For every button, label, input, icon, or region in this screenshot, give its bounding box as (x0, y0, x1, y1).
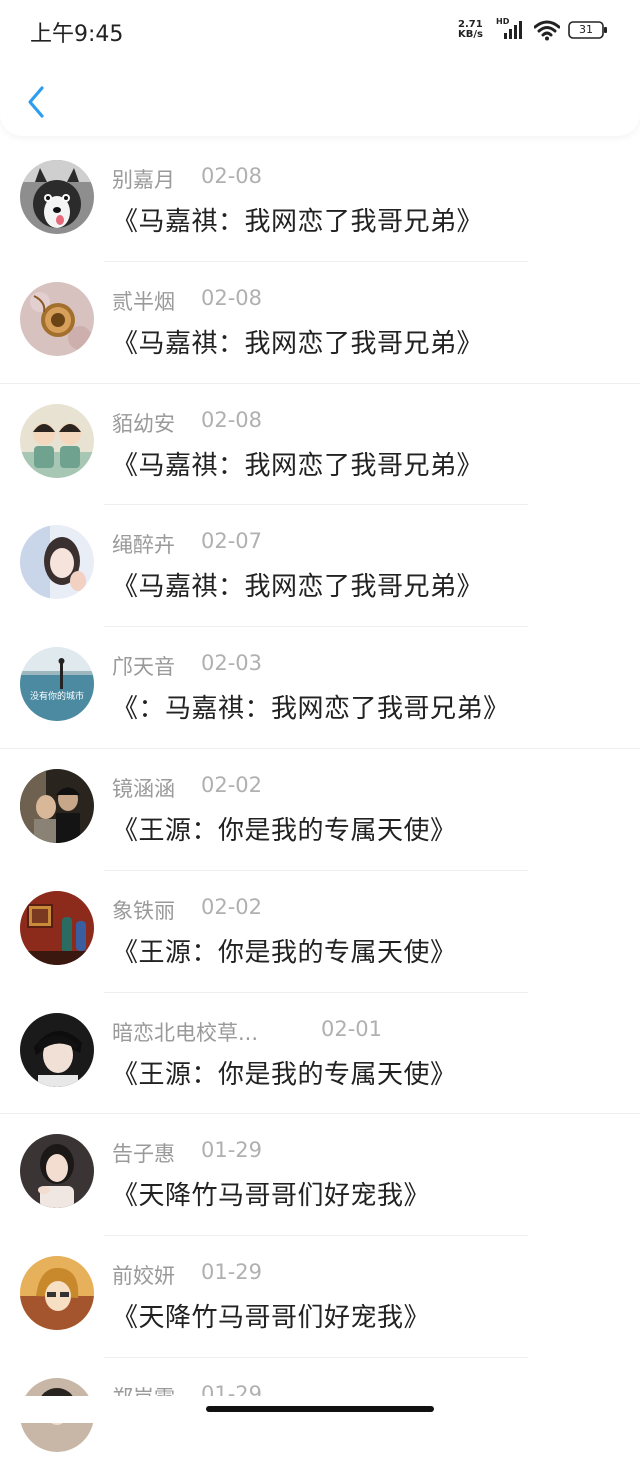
comment-title[interactable]: 《天降竹马哥哥们好宠我》 (112, 1175, 430, 1212)
girl-portrait-avatar-image (20, 525, 94, 600)
network-speed-unit: KB/s (458, 29, 483, 40)
avatar[interactable] (20, 890, 94, 965)
comment-title[interactable]: 《天降竹马哥哥们好宠我》 (112, 1297, 430, 1334)
comment-date: 02-03 (201, 651, 263, 676)
avatar[interactable] (20, 1134, 94, 1209)
status-time: 上午9:45 (30, 22, 124, 47)
comment-date: 02-02 (201, 894, 263, 919)
comment-author[interactable]: 告子惠 (112, 1138, 175, 1168)
list-item[interactable]: 貊幼安 02-08 《马嘉祺：我网恋了我哥兄弟》 (0, 384, 640, 506)
cartoon-kids-avatar-image (20, 403, 94, 478)
avatar[interactable] (20, 1012, 94, 1087)
list-item[interactable]: 镜涵涵 02-02 《王源：你是我的专属天使》 (0, 749, 640, 871)
boy-portrait-avatar-image (20, 1012, 94, 1087)
comment-author[interactable]: 邝天音 (112, 651, 175, 681)
comment-date: 02-08 (201, 285, 263, 310)
list-item[interactable]: 贰半烟 02-08 《马嘉祺：我网恋了我哥兄弟》 (0, 262, 640, 384)
back-button[interactable] (18, 82, 58, 122)
list-item[interactable]: 绳醉卉 02-07 《马嘉祺：我网恋了我哥兄弟》 (0, 505, 640, 628)
list-item[interactable]: 告子惠 01-29 《天降竹马哥哥们好宠我》 (0, 1114, 640, 1237)
pocket-watch-avatar-image (20, 281, 94, 356)
couple-avatar-image (20, 768, 94, 843)
comment-title[interactable]: 《王源：你是我的专属天使》 (112, 1054, 457, 1091)
avatar[interactable]: 没有你的城市 (20, 647, 94, 722)
avatar[interactable] (20, 525, 94, 600)
comment-title[interactable]: 《：马嘉祺：我网恋了我哥兄弟》 (112, 688, 510, 725)
comment-list[interactable]: 别嘉月 02-08 《马嘉祺：我网恋了我哥兄弟》 贰半烟 02-08 《马嘉祺：… (0, 140, 640, 1480)
avatar[interactable] (20, 1256, 94, 1331)
comment-title[interactable]: 《王源：你是我的专属天使》 (112, 932, 457, 969)
comment-author[interactable]: 绳醉卉 (112, 529, 175, 559)
list-item[interactable]: 别嘉月 02-08 《马嘉祺：我网恋了我哥兄弟》 (0, 140, 640, 262)
comment-author[interactable]: 貊幼安 (112, 408, 175, 438)
girl-dark-avatar-image (20, 1134, 94, 1209)
avatar[interactable] (20, 768, 94, 843)
comment-date: 02-08 (201, 164, 263, 188)
comment-author[interactable]: 暗恋北电校草... (112, 1017, 258, 1047)
anime-character-avatar-image (20, 1256, 94, 1331)
comment-author[interactable]: 别嘉月 (112, 164, 175, 194)
signal-icon: HD (496, 17, 526, 41)
signal-hd-label: HD (496, 17, 510, 26)
comment-author[interactable]: 镜涵涵 (112, 773, 175, 803)
network-speed: 2.71 KB/s (458, 20, 488, 40)
wifi-icon (533, 19, 561, 41)
beach-scene-avatar-image (20, 647, 94, 722)
avatar[interactable] (20, 160, 94, 234)
husky-avatar-image (20, 160, 94, 234)
home-indicator[interactable] (206, 1406, 434, 1412)
avatar[interactable] (20, 281, 94, 356)
comment-date: 02-01 (321, 1016, 383, 1041)
battery-icon: 31 (568, 20, 608, 40)
red-interior-avatar-image (20, 890, 94, 965)
comment-title[interactable]: 《马嘉祺：我网恋了我哥兄弟》 (112, 566, 483, 603)
chevron-left-icon (28, 86, 44, 118)
top-bar: 上午9:45 2.71 KB/s HD 31 (0, 0, 640, 136)
list-item[interactable]: 没有你的城市 邝天音 02-03 《：马嘉祺：我网恋了我哥兄弟》 (0, 627, 640, 749)
avatar-caption: 没有你的城市 (29, 692, 84, 703)
comment-title[interactable]: 《马嘉祺：我网恋了我哥兄弟》 (112, 445, 483, 482)
avatar[interactable] (20, 403, 94, 478)
comment-date: 02-02 (201, 772, 263, 797)
comment-date: 01-29 (201, 1260, 263, 1285)
comment-author[interactable]: 象铁丽 (112, 895, 175, 925)
comment-title[interactable]: 《王源：你是我的专属天使》 (112, 810, 457, 847)
comment-title[interactable]: 《马嘉祺：我网恋了我哥兄弟》 (112, 323, 483, 360)
status-icons: 2.71 KB/s HD 31 (458, 16, 608, 44)
list-item[interactable]: 前姣妍 01-29 《天降竹马哥哥们好宠我》 (0, 1236, 640, 1358)
comment-date: 02-07 (201, 529, 263, 554)
comment-date: 02-08 (201, 407, 263, 432)
list-item[interactable]: 暗恋北电校草... 02-01 《王源：你是我的专属天使》 (0, 993, 640, 1115)
comment-author[interactable]: 前姣妍 (112, 1260, 175, 1290)
list-item[interactable]: 象铁丽 02-02 《王源：你是我的专属天使》 (0, 871, 640, 993)
comment-author[interactable]: 贰半烟 (112, 286, 175, 316)
comment-date: 01-29 (201, 1138, 263, 1163)
battery-level: 31 (579, 23, 593, 36)
status-bar: 上午9:45 2.71 KB/s HD 31 (0, 0, 640, 60)
comment-title[interactable]: 《马嘉祺：我网恋了我哥兄弟》 (112, 201, 483, 238)
